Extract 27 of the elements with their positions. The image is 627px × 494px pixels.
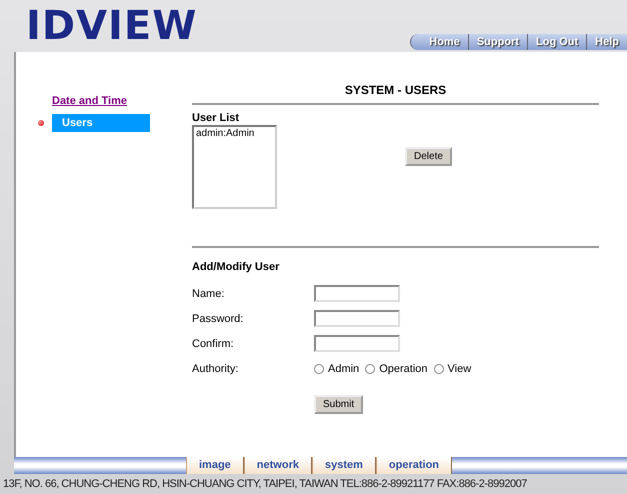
input-field[interactable] bbox=[314, 285, 400, 302]
list-item[interactable]: admin:Admin bbox=[196, 128, 273, 140]
tab[interactable]: operation bbox=[376, 457, 452, 474]
radio-button[interactable] bbox=[314, 364, 324, 374]
field-label: Authority: bbox=[192, 362, 240, 374]
input-field[interactable] bbox=[314, 310, 400, 327]
section-title: User List bbox=[192, 111, 240, 125]
radio-label: Operation bbox=[379, 362, 428, 374]
section-title: Add/Modify User bbox=[192, 260, 280, 274]
radio-button[interactable] bbox=[434, 364, 444, 374]
sidebar-item[interactable]: Date and Time bbox=[52, 92, 127, 110]
radio-label: View bbox=[448, 362, 472, 374]
submit-button[interactable]: Submit bbox=[314, 395, 364, 414]
radio-label: Admin bbox=[328, 362, 360, 374]
field-label: Name: bbox=[192, 288, 226, 300]
tab[interactable]: image bbox=[186, 457, 244, 474]
user-list[interactable]: admin:Admin bbox=[192, 125, 277, 209]
footer-address: 13F, NO. 66, CHUNG-CHENG RD, HSIN-CHUANG CITY, TAIPEI, TAIWAN TEL:886-2-89921177 FAX:886-2-8992007 bbox=[2, 477, 528, 492]
tab[interactable]: system bbox=[312, 457, 376, 474]
tab[interactable]: network bbox=[244, 457, 312, 474]
delete-button[interactable]: Delete bbox=[405, 147, 452, 166]
field-label: Password: bbox=[192, 312, 244, 324]
field-label: Confirm: bbox=[192, 338, 235, 350]
bullet-icon bbox=[38, 120, 44, 126]
page-title: SYSTEM - USERS bbox=[344, 82, 448, 98]
input-field[interactable] bbox=[314, 335, 400, 352]
radio-button[interactable] bbox=[365, 364, 376, 374]
